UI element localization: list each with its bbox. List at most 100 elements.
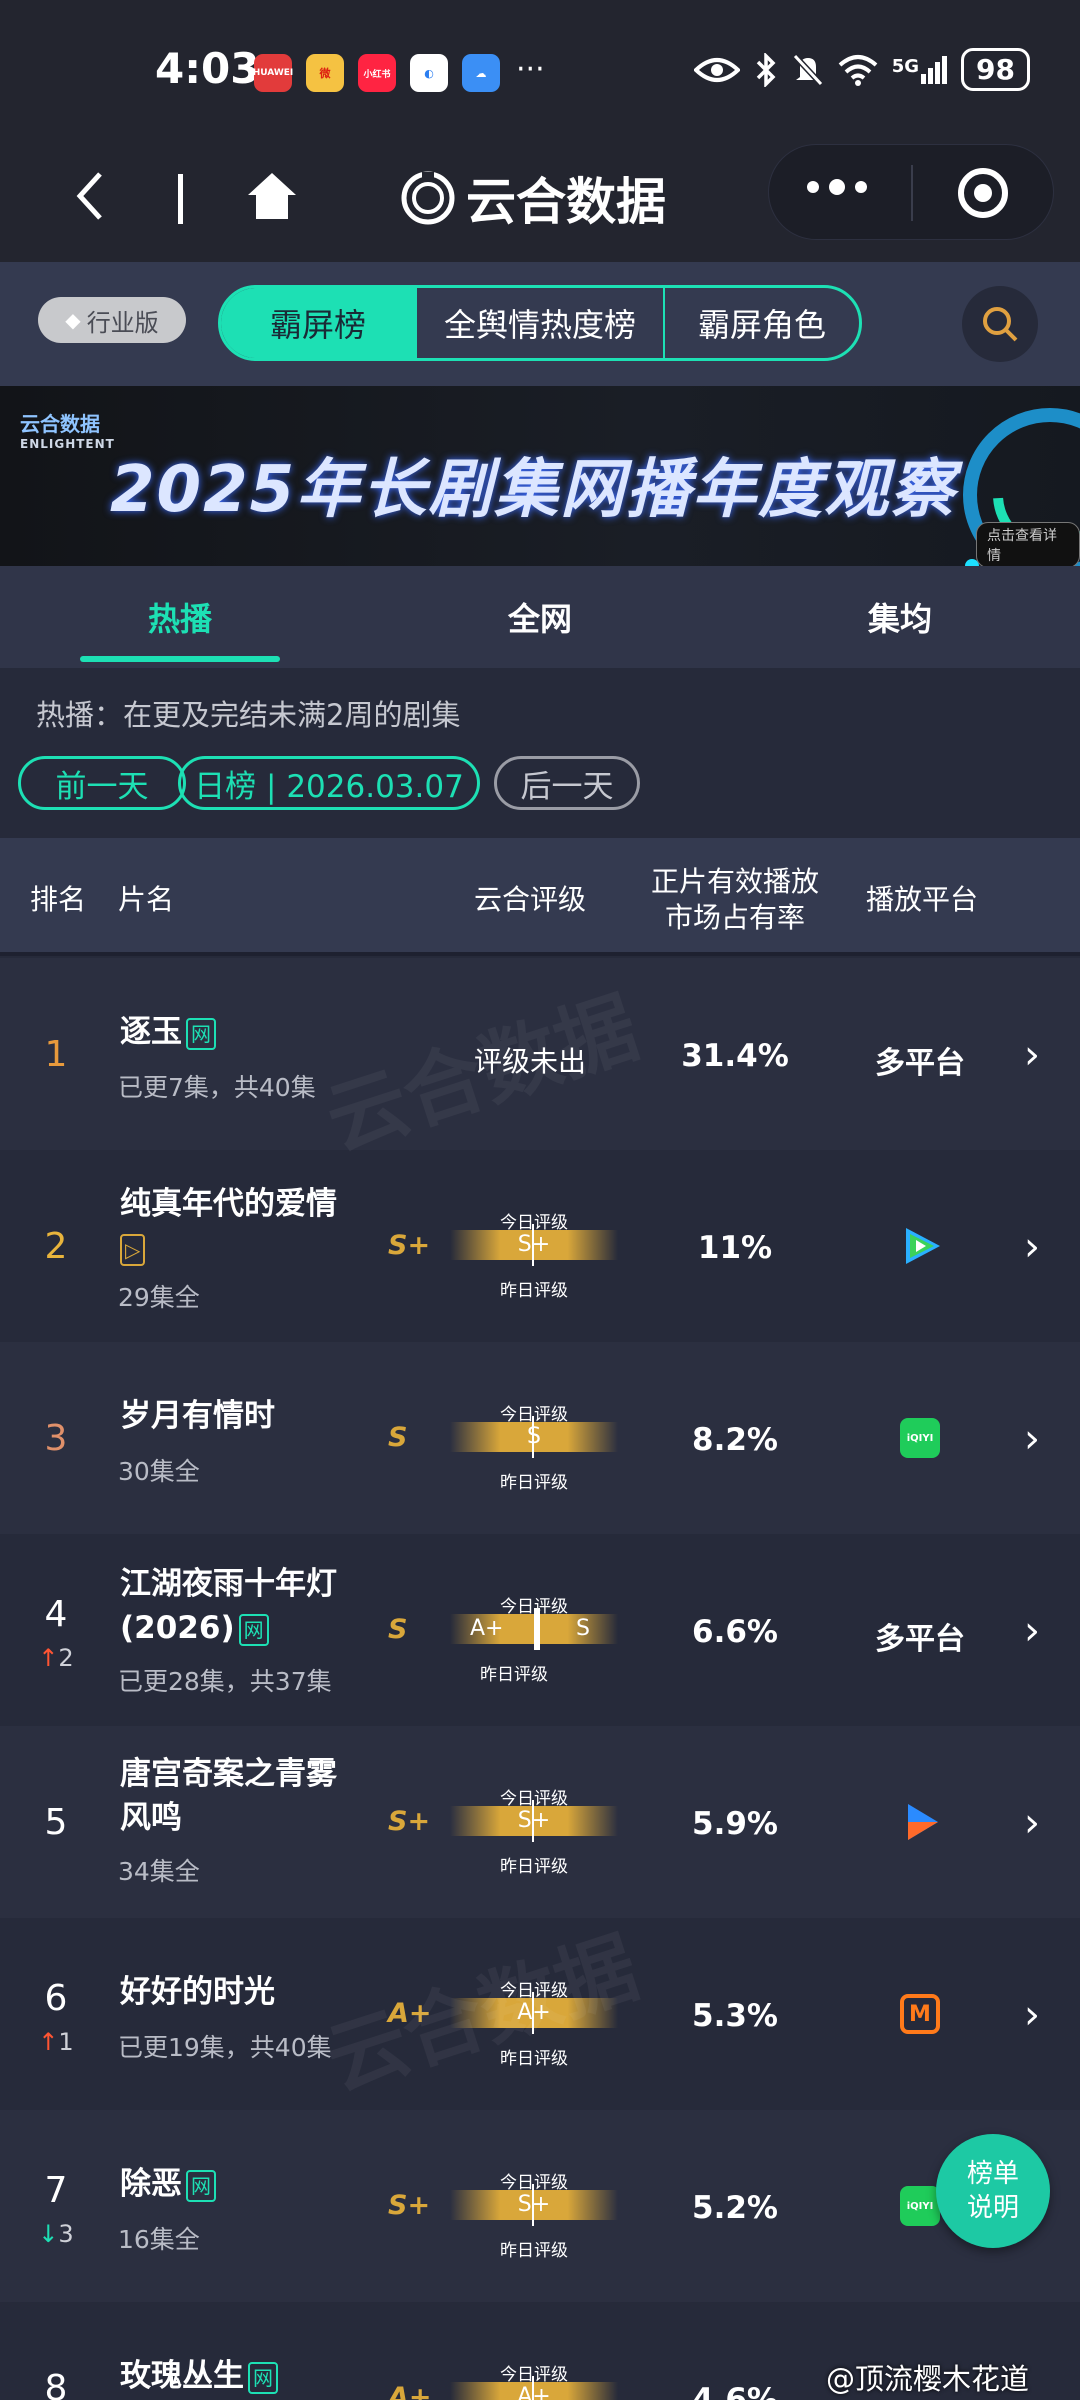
hot-definition-note: 热播：在更及完结未满2周的剧集 [36, 698, 461, 732]
subtab-hot[interactable]: 热播 [80, 594, 280, 662]
huawei-app-icon: HUAWEI [253, 54, 293, 92]
annual-report-banner[interactable]: 云合数据 ENLIGHTENT 2025年长剧集网播年度观察 点击查看详情 [0, 386, 1080, 566]
arrow-down-icon: ↓ [38, 2220, 59, 2248]
current-date-button[interactable]: 日榜 | 2026.03.07 [178, 756, 480, 810]
web-drama-badge: 网 [248, 2361, 278, 2394]
yesterday-grade-label: 昨日评级 [480, 1665, 548, 1685]
status-right: 5G 98 [693, 48, 1030, 91]
episode-status: 34集全 [118, 1857, 200, 1886]
more-menu-icon[interactable] [807, 179, 867, 195]
rank-change: ↑2 [38, 1644, 74, 1672]
xiaohongshu-app-icon: 小红书 [358, 54, 396, 92]
header-rank: 排名 [30, 883, 87, 916]
table-row[interactable]: 7 ↓3 除恶网 16集全 S+ 今日评级 S+ 昨日评级 5.2% iQIYI… [0, 2110, 1080, 2302]
browser-app-icon: ◐ [410, 54, 448, 92]
grade-bar: S+ [450, 2184, 618, 2226]
market-share: 31.4% [681, 1038, 789, 1074]
float-label-line1: 榜单 [966, 2159, 1019, 2189]
rank-number: 3 [44, 1418, 68, 1459]
chevron-right-icon[interactable]: › [1024, 1992, 1040, 2038]
chevron-right-icon[interactable]: › [1024, 1416, 1040, 1462]
yesterday-grade: S+ [388, 1230, 431, 1261]
weibo-watermark: @顶流樱木花道 [826, 2356, 1029, 2398]
banner-detail-link[interactable]: 点击查看详情 [976, 522, 1080, 566]
arrow-up-icon: ↑ [38, 2028, 59, 2056]
table-row[interactable]: 5 唐宫奇案之青雾 风鸣 34集全 S+ 今日评级 S+ 昨日评级 5.9% › [0, 1726, 1080, 1918]
tencent-video-icon [906, 1228, 940, 1264]
today-grade: A+ [517, 2384, 551, 2400]
bluetooth-icon [756, 52, 776, 87]
market-share: 11% [697, 1230, 773, 1266]
drama-title: 除恶网 [120, 2162, 216, 2206]
close-mini-program-icon[interactable] [957, 167, 1009, 219]
subtab-all-network[interactable]: 全网 [440, 594, 640, 640]
tab-bapingjuese[interactable]: 霸屏角色 [665, 288, 859, 358]
drama-title: 纯真年代的爱情 ▷ [120, 1182, 337, 1270]
rank-number: 5 [44, 1802, 68, 1843]
market-share: 5.3% [692, 1998, 778, 2034]
capsule-divider [911, 165, 913, 221]
chevron-right-icon[interactable]: › [1024, 1608, 1040, 1654]
page-title-text: 云合数据 [466, 173, 666, 231]
previous-day-button[interactable]: 前一天 [18, 756, 186, 810]
mute-bell-icon [792, 53, 823, 86]
back-icon[interactable] [74, 170, 104, 222]
network-type-label: 5G [891, 55, 920, 77]
yesterday-grade-label: 昨日评级 [500, 2241, 568, 2261]
yesterday-grade: S+ [388, 2190, 431, 2221]
web-drama-badge: 网 [238, 1613, 269, 1646]
table-row[interactable]: 3 岁月有情时 30集全 S 今日评级 S 昨日评级 8.2% iQIYI › [0, 1342, 1080, 1534]
battery-indicator: 98 [961, 48, 1030, 91]
sub-tabs: 热播 全网 集均 [0, 566, 1080, 668]
next-day-button[interactable]: 后一天 [494, 756, 640, 810]
episode-status: 已更28集，共37集 [118, 1667, 332, 1696]
grade-bar: A+ S [450, 1608, 618, 1650]
rank-number: 2 [44, 1226, 68, 1267]
mgtv-icon: M [900, 1994, 940, 2034]
nav-divider [178, 174, 183, 224]
status-time: 4:03 [155, 44, 260, 93]
search-button[interactable] [962, 286, 1038, 362]
tab-public-opinion[interactable]: 全舆情热度榜 [417, 288, 665, 358]
drama-title: 唐宫奇案之青雾 风鸣 [120, 1756, 337, 1836]
today-grade: S [527, 1424, 541, 1449]
float-label-line2: 说明 [966, 2193, 1019, 2223]
market-share: 5.9% [692, 1806, 778, 1842]
table-row[interactable]: 2 纯真年代的爱情 ▷ 29集全 S+ 今日评级 S+ 昨日评级 11% › [0, 1150, 1080, 1342]
banner-brand: 云合数据 ENLIGHTENT [20, 412, 115, 451]
ranking-type-tabs: 霸屏榜 全舆情热度榜 霸屏角色 [218, 285, 862, 361]
grade-bar: S+ [450, 1800, 618, 1842]
chevron-right-icon[interactable]: › [1024, 1800, 1040, 1846]
nav-bar: 云合数据 [0, 140, 1080, 262]
home-icon[interactable] [246, 170, 298, 222]
table-row[interactable]: 4 ↑2 江湖夜雨十年灯 (2026) 网 已更28集，共37集 S 今日评级 A+… [0, 1534, 1080, 1726]
header-title: 片名 [118, 883, 175, 916]
yesterday-grade-label: 昨日评级 [500, 1281, 568, 1301]
page-title: 云合数据 [400, 162, 666, 234]
episode-status: 29集全 [118, 1283, 200, 1312]
iqiyi-icon: iQIYI [900, 1418, 940, 1458]
market-share: 8.2% [692, 1422, 778, 1458]
arrow-up-icon: ↑ [38, 1644, 59, 1672]
yunhe-logo-icon [401, 171, 455, 225]
wifi-icon [838, 54, 878, 86]
industry-version-label: 行业版 [86, 308, 159, 337]
chevron-right-icon[interactable]: › [1024, 1032, 1040, 1078]
cloud-app-icon: ☁ [462, 54, 500, 92]
tab-bapingbang[interactable]: 霸屏榜 [221, 288, 417, 358]
header-platform: 播放平台 [866, 883, 979, 916]
ranking-explanation-button[interactable]: 榜单 说明 [936, 2134, 1050, 2248]
grade-bar: S+ [450, 1224, 618, 1266]
grade-bar: A+ [450, 2376, 618, 2400]
today-grade: S+ [517, 1232, 551, 1257]
chevron-right-icon[interactable]: › [1024, 1224, 1040, 1270]
yesterday-grade-label: 昨日评级 [500, 1473, 568, 1493]
market-share: 6.6% [692, 1614, 778, 1650]
weibo-app-icon: 微 [306, 54, 344, 92]
web-drama-badge: 网 [186, 2169, 216, 2202]
banner-headline: 2025年长剧集网播年度观察 [110, 453, 957, 527]
header-share-line1: 正片有效播放 [650, 865, 819, 898]
drama-title: 岁月有情时 [120, 1398, 275, 1434]
industry-version-button[interactable]: ◆ 行业版 [38, 297, 186, 343]
subtab-episode-average[interactable]: 集均 [800, 594, 1000, 640]
